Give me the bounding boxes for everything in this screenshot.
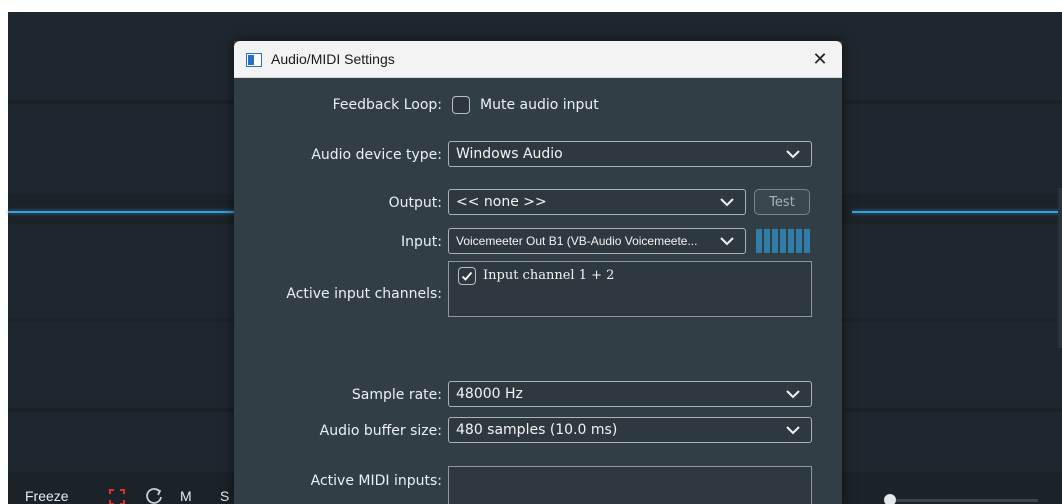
output-label: Output: (388, 195, 442, 211)
input-level-meter (756, 229, 810, 253)
active-input-channels-label: Active input channels: (286, 286, 442, 302)
chevron-down-icon (786, 150, 800, 159)
waveform-line (8, 211, 236, 213)
audio-device-type-value: Windows Audio (456, 146, 563, 162)
input-label: Input: (401, 234, 442, 250)
audio-midi-settings-dialog: Audio/MIDI Settings ✕ Feedback Loop: Mut… (234, 41, 842, 504)
output-value: << none >> (456, 194, 547, 210)
output-dropdown[interactable]: << none >> (448, 189, 746, 215)
input-channel-label[interactable]: Input channel 1 + 2 (483, 268, 614, 283)
audio-device-type-label: Audio device type: (311, 147, 442, 163)
check-icon (461, 271, 473, 281)
chevron-down-icon (720, 198, 734, 207)
app-icon (246, 52, 262, 67)
volume-slider-track[interactable] (888, 499, 1038, 502)
sample-rate-dropdown[interactable]: 48000 Hz (448, 381, 812, 407)
dialog-title: Audio/MIDI Settings (271, 51, 395, 67)
scroll-handle[interactable] (1058, 188, 1062, 348)
solo-button[interactable]: S (220, 488, 229, 504)
sample-rate-label: Sample rate: (351, 387, 442, 403)
mute-audio-input-checkbox[interactable] (452, 96, 470, 114)
feedback-loop-label: Feedback Loop: (332, 97, 442, 113)
active-input-channels-list[interactable]: Input channel 1 + 2 (448, 261, 812, 317)
chevron-down-icon (786, 426, 800, 435)
audio-device-type-dropdown[interactable]: Windows Audio (448, 141, 812, 167)
active-midi-inputs-label: Active MIDI inputs: (310, 473, 442, 489)
input-dropdown[interactable]: Voicemeeter Out B1 (VB-Audio Voicemeete.… (448, 228, 746, 254)
waveform-line (852, 211, 1062, 213)
mute-audio-input-label[interactable]: Mute audio input (480, 97, 599, 113)
mute-button[interactable]: M (180, 488, 192, 504)
freeze-button[interactable]: Freeze (25, 488, 69, 504)
screen: Freeze M S Audio/MIDI Settings ✕ Feedbac… (0, 0, 1062, 504)
test-button[interactable]: Test (754, 189, 810, 215)
audio-buffer-size-value: 480 samples (10.0 ms) (456, 422, 618, 438)
close-icon: ✕ (812, 48, 828, 70)
volume-slider-thumb[interactable] (884, 494, 896, 504)
freeze-icon[interactable] (109, 489, 125, 504)
sample-rate-value: 48000 Hz (456, 386, 523, 402)
audio-buffer-size-dropdown[interactable]: 480 samples (10.0 ms) (448, 417, 812, 443)
close-button[interactable]: ✕ (804, 45, 836, 73)
input-value: Voicemeeter Out B1 (VB-Audio Voicemeete.… (456, 234, 698, 248)
chevron-down-icon (786, 390, 800, 399)
dialog-content: Feedback Loop: Mute audio input Audio de… (234, 77, 842, 504)
audio-buffer-size-label: Audio buffer size: (319, 423, 442, 439)
loop-icon[interactable] (144, 486, 164, 504)
dialog-titlebar[interactable]: Audio/MIDI Settings ✕ (234, 41, 842, 78)
chevron-down-icon (720, 237, 734, 246)
active-midi-inputs-list[interactable] (448, 466, 812, 504)
input-channel-checkbox[interactable] (458, 267, 476, 285)
